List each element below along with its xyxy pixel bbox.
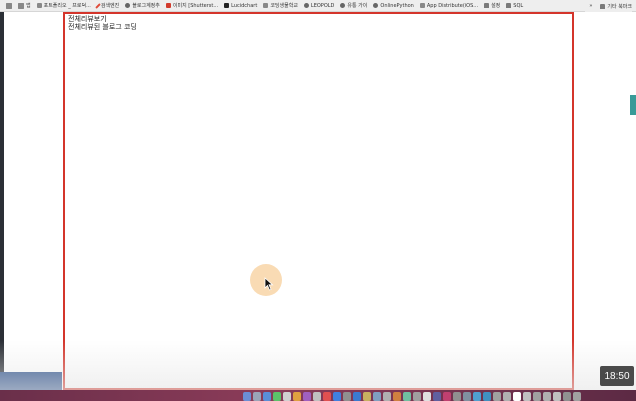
app-icon[interactable] — [483, 392, 491, 401]
safari-icon[interactable] — [263, 392, 271, 401]
bookmark-label: LEOPOLD — [310, 2, 335, 9]
bookmark-item[interactable]: 유통 가이 — [340, 2, 367, 9]
app-icon[interactable] — [533, 392, 541, 401]
left-bottom-panel — [0, 372, 62, 390]
bookmark-item[interactable]: App Distribute(iOS... — [419, 2, 479, 9]
app-icon[interactable] — [403, 392, 411, 401]
other-bookmarks[interactable]: 기타 북마크 — [600, 3, 632, 10]
bookmark-label: Lucidchart — [231, 2, 258, 9]
app-icon[interactable] — [393, 392, 401, 401]
bookmark-item[interactable]: 블로그계정추 — [125, 2, 160, 9]
bookmark-label: 설정 — [491, 3, 501, 9]
bookmark-label: 이미지 [Shutterst... — [172, 3, 219, 9]
app-icon[interactable] — [323, 392, 331, 401]
bookmark-item[interactable]: OnlinePython — [373, 2, 414, 9]
bookmark-label: 코딩생물학교 — [270, 3, 298, 9]
bookmark-item[interactable]: 포트폴리오 _ 프로덕... — [36, 2, 91, 9]
globe-icon — [303, 3, 309, 8]
bookmarks-bar: 앱 포트폴리오 _ 프로덕... 검색엔진 블로그계정추 이미지 [Shutterst.… — [0, 0, 636, 12]
bookmark-label: 검색엔진 — [100, 3, 120, 9]
app-icon[interactable] — [493, 392, 501, 401]
notion-icon[interactable] — [513, 392, 521, 401]
bookmark-item[interactable] — [6, 2, 12, 9]
app-icon[interactable] — [373, 392, 381, 401]
bookmark-label: 블로그계정추 — [132, 3, 160, 9]
app-icon[interactable] — [303, 392, 311, 401]
bookmark-label: 앱 — [26, 3, 31, 9]
content-line-2: 전체리뷰된 블로그 코딩 — [68, 23, 137, 31]
globe-icon — [125, 3, 131, 8]
app-icon[interactable] — [443, 392, 451, 401]
github-icon — [373, 3, 379, 8]
folder-icon — [600, 3, 606, 9]
bookmark-item[interactable]: LEOPOLD — [303, 2, 335, 9]
highlighted-content-area: 전체리뷰보기 전체리뷰된 블로그 코딩 — [63, 12, 574, 390]
vector-icon — [419, 3, 425, 8]
bookmarks-overflow-button[interactable]: » — [589, 3, 592, 9]
app-icon[interactable] — [283, 392, 291, 401]
pen-icon — [95, 2, 101, 9]
app-icon[interactable] — [313, 392, 321, 401]
launchpad-icon[interactable] — [253, 392, 261, 401]
app-icon[interactable] — [473, 392, 481, 401]
app-icon[interactable] — [563, 392, 571, 401]
app-icon[interactable] — [463, 392, 471, 401]
time-badge: 18:50 — [600, 366, 634, 386]
drive-icon — [36, 3, 42, 8]
finder-icon[interactable] — [243, 392, 251, 401]
bookmarks-right: » 기타 북마크 — [585, 0, 632, 12]
bookmark-label: SQL — [513, 2, 524, 9]
app-icon[interactable] — [553, 392, 561, 401]
app-icon[interactable] — [543, 392, 551, 401]
app-icon[interactable] — [343, 392, 351, 401]
apps-icon — [18, 2, 24, 9]
bookmark-item[interactable]: 설정 — [484, 2, 500, 9]
bookmark-label: 유통 가이 — [347, 3, 368, 9]
bookmark-label: 포트폴리오 _ 프로덕... — [43, 3, 91, 9]
screen: 앱 포트폴리오 _ 프로덕... 검색엔진 블로그계정추 이미지 [Shutterst.… — [0, 0, 636, 401]
app-icon[interactable] — [413, 392, 421, 401]
app-icon[interactable] — [503, 392, 511, 401]
bookmark-item[interactable]: 앱 — [18, 2, 31, 9]
app-icon[interactable] — [363, 392, 371, 401]
trash-icon[interactable] — [573, 392, 581, 401]
bookmark-item[interactable]: Lucidchart — [224, 3, 257, 9]
lucid-icon — [224, 3, 230, 8]
bookmark-item[interactable]: 검색엔진 — [95, 2, 120, 9]
dock-icons — [243, 392, 581, 401]
app-icon[interactable] — [383, 392, 391, 401]
mouse-pointer-icon — [264, 277, 274, 291]
bookmark-item[interactable]: 코딩생물학교 — [263, 2, 298, 9]
messages-icon[interactable] — [273, 392, 281, 401]
text-icon — [263, 3, 269, 8]
content-line-1: 전체리뷰보기 — [68, 15, 107, 23]
bookmark-item[interactable]: SQL — [506, 3, 523, 9]
apps-grid-icon — [6, 2, 12, 9]
left-sidebar-strip — [0, 12, 4, 382]
vscode-icon[interactable] — [353, 392, 361, 401]
bookmark-item[interactable]: 이미지 [Shutterst... — [165, 2, 219, 9]
app-icon[interactable] — [433, 392, 441, 401]
app-icon[interactable] — [453, 392, 461, 401]
app-icon[interactable] — [423, 392, 431, 401]
right-side-tab[interactable] — [630, 95, 636, 115]
red-square-icon — [165, 3, 171, 8]
app-icon[interactable] — [333, 392, 341, 401]
other-bookmarks-label: 기타 북마크 — [607, 3, 632, 10]
app-icon[interactable] — [293, 392, 301, 401]
folder-icon — [484, 3, 490, 8]
bookmark-label: App Distribute(iOS... — [426, 2, 479, 9]
bookmark-label: OnlinePython — [380, 2, 414, 9]
app-icon[interactable] — [523, 392, 531, 401]
folder-icon — [506, 3, 512, 8]
globe-icon — [340, 3, 346, 8]
